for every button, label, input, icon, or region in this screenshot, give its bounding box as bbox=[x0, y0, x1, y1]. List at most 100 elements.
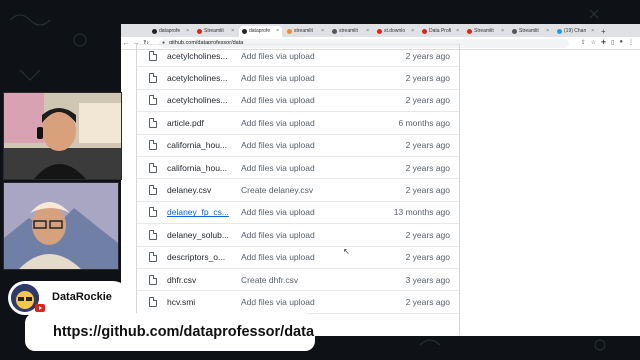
tab-close-icon[interactable]: × bbox=[455, 26, 459, 37]
commit-age: 2 years ago bbox=[405, 252, 450, 263]
commit-message[interactable]: Add files via upload bbox=[241, 252, 381, 262]
table-row[interactable]: delaney_fp_cs... Add files via upload 13 m… bbox=[137, 200, 459, 223]
file-name[interactable]: acetylcholines... bbox=[167, 73, 241, 83]
file-icon bbox=[149, 274, 157, 285]
extensions-icon[interactable]: ✚ bbox=[601, 39, 606, 46]
back-icon[interactable]: ← bbox=[121, 40, 131, 47]
commit-message[interactable]: Add files via upload bbox=[241, 163, 381, 173]
table-row[interactable]: california_hou... Add files via upload 2 y… bbox=[137, 133, 459, 156]
file-icon bbox=[149, 185, 157, 196]
tab-close-icon[interactable]: × bbox=[185, 26, 189, 37]
profile-icon[interactable]: ● bbox=[619, 39, 623, 46]
webcam-feed-guest bbox=[3, 182, 119, 270]
tab-10[interactable]: (19) Chan × bbox=[554, 26, 597, 37]
youtube-icon bbox=[35, 304, 45, 312]
commit-age: 2 years ago bbox=[405, 73, 450, 84]
bookmark-star-icon[interactable]: ☆ bbox=[591, 39, 596, 46]
tab-9[interactable]: Streamlit × bbox=[509, 26, 552, 37]
url-caption-text: https://github.com/dataprofessor/data bbox=[53, 324, 315, 340]
file-name[interactable]: california_hou... bbox=[167, 140, 241, 150]
file-icon bbox=[149, 162, 157, 173]
table-row[interactable]: hcv.smi Add files via upload 2 years ago bbox=[137, 290, 459, 312]
file-icon bbox=[149, 207, 157, 218]
tab-strip: dataprofe × Streamlit × dataprofe × streaml… bbox=[121, 24, 640, 37]
table-row[interactable]: california_hou... Add files via upload 2 y… bbox=[137, 155, 459, 178]
tab-favicon-icon bbox=[332, 29, 337, 34]
share-icon[interactable]: ⇪ bbox=[581, 39, 586, 46]
commit-message[interactable]: Add files via upload bbox=[241, 230, 381, 240]
tab-close-icon[interactable]: × bbox=[230, 26, 234, 37]
tab-2[interactable]: Streamlit × bbox=[194, 26, 237, 37]
file-icon bbox=[149, 229, 157, 240]
tab-1[interactable]: dataprofe × bbox=[149, 26, 192, 37]
commit-message[interactable]: Add files via upload bbox=[241, 207, 381, 217]
tab-close-icon[interactable]: × bbox=[590, 26, 594, 37]
commit-age: 2 years ago bbox=[405, 140, 450, 151]
channel-name: DataRockie bbox=[52, 291, 112, 303]
file-icon bbox=[149, 252, 157, 263]
tab-close-icon[interactable]: × bbox=[275, 26, 279, 37]
tab-close-icon[interactable]: × bbox=[365, 26, 369, 37]
commit-message[interactable]: Add files via upload bbox=[241, 51, 381, 61]
tab-favicon-icon bbox=[197, 29, 202, 34]
table-row[interactable]: descriptors_o... Add files via upload 2 ye… bbox=[137, 245, 459, 268]
tab-favicon-icon bbox=[377, 29, 382, 34]
webcam-image bbox=[4, 183, 118, 269]
channel-badge: DataRockie bbox=[8, 281, 130, 315]
file-icon bbox=[149, 73, 157, 84]
file-name[interactable]: descriptors_o... bbox=[167, 252, 241, 262]
tab-8[interactable]: Streamlit × bbox=[464, 26, 507, 37]
commit-message[interactable]: Create delaney.csv bbox=[241, 185, 381, 195]
tab-favicon-icon bbox=[242, 29, 247, 34]
file-name[interactable]: delaney_solub... bbox=[167, 230, 241, 240]
menu-icon[interactable]: ⋮ bbox=[628, 39, 634, 46]
table-row[interactable]: acetylcholines... Add files via upload 2 y… bbox=[137, 66, 459, 88]
toolbar-icons: ⇪ ☆ ✚ ▯ ● ⋮ bbox=[581, 39, 634, 46]
commit-age: 2 years ago bbox=[405, 162, 450, 173]
tab-favicon-icon bbox=[557, 29, 562, 34]
tab-3-active[interactable]: dataprofe × bbox=[239, 26, 282, 37]
commit-message[interactable]: Add files via upload bbox=[241, 95, 381, 105]
tab-4[interactable]: streamlit × bbox=[284, 26, 327, 37]
table-row[interactable]: article.pdf Add files via upload 6 months … bbox=[137, 111, 459, 133]
tab-close-icon[interactable]: × bbox=[410, 26, 414, 37]
commit-age: 2 years ago bbox=[405, 296, 450, 307]
file-icon bbox=[149, 95, 157, 106]
tab-favicon-icon bbox=[287, 29, 292, 34]
file-name[interactable]: article.pdf bbox=[167, 118, 241, 128]
file-name[interactable]: hcv.smi bbox=[167, 297, 241, 307]
commit-age: 6 months ago bbox=[398, 117, 450, 128]
table-row[interactable]: dhfr.csv Create dhfr.csv 3 years ago bbox=[137, 267, 459, 290]
file-name[interactable]: acetylcholines... bbox=[167, 95, 241, 105]
table-row[interactable]: delaney_solub... Add files via upload 2 ye… bbox=[137, 223, 459, 245]
tab-6[interactable]: st.downlo × bbox=[374, 26, 417, 37]
commit-message[interactable]: Add files via upload bbox=[241, 73, 381, 83]
tab-close-icon[interactable]: × bbox=[500, 26, 504, 37]
sidebar-icon[interactable]: ▯ bbox=[611, 39, 614, 46]
file-name[interactable]: delaney_fp_cs... bbox=[167, 207, 241, 217]
commit-message[interactable]: Create dhfr.csv bbox=[241, 275, 381, 285]
tab-close-icon[interactable]: × bbox=[545, 26, 549, 37]
tab-favicon-icon bbox=[422, 29, 427, 34]
commit-age: 2 years ago bbox=[405, 50, 450, 61]
tab-7[interactable]: Data Profi × bbox=[419, 26, 462, 37]
tab-close-icon[interactable]: × bbox=[320, 26, 324, 37]
table-row[interactable]: delaney.csv Create delaney.csv 2 years ago bbox=[137, 178, 459, 200]
file-name[interactable]: california_hou... bbox=[167, 163, 241, 173]
table-row[interactable]: acetylcholines... Add files via upload 2 y… bbox=[137, 88, 459, 111]
file-icon bbox=[149, 50, 157, 61]
commit-message[interactable]: Add files via upload bbox=[241, 140, 381, 150]
commit-age: 2 years ago bbox=[405, 185, 450, 196]
new-tab-icon[interactable]: + bbox=[601, 26, 606, 37]
file-name[interactable]: dhfr.csv bbox=[167, 275, 241, 285]
tab-5[interactable]: streamlit × bbox=[329, 26, 372, 37]
file-table: acetylcholines... Add files via upload 2 y… bbox=[136, 44, 460, 336]
file-name[interactable]: acetylcholines... bbox=[167, 51, 241, 61]
file-icon bbox=[149, 117, 157, 128]
tab-favicon-icon bbox=[467, 29, 472, 34]
commit-message[interactable]: Add files via upload bbox=[241, 297, 381, 307]
commit-message[interactable]: Add files via upload bbox=[241, 118, 381, 128]
table-row[interactable]: acetylcholines... Add files via upload 2 y… bbox=[137, 44, 459, 66]
file-name[interactable]: delaney.csv bbox=[167, 185, 241, 195]
url-caption: https://github.com/dataprofessor/data bbox=[25, 313, 315, 351]
